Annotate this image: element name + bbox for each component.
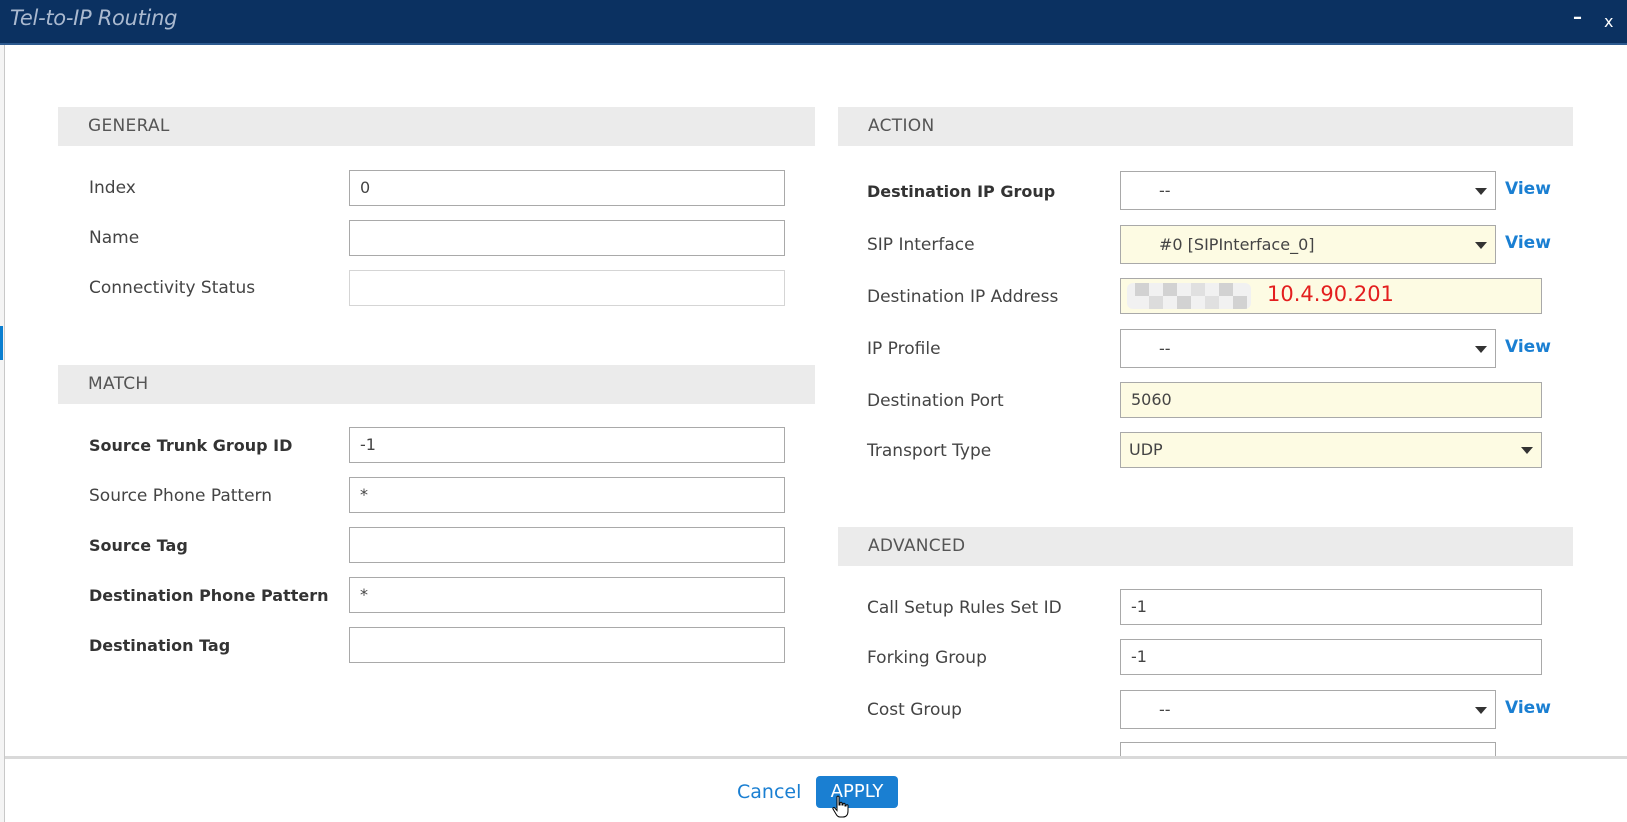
destination-ip-address-label: Destination IP Address (867, 287, 1059, 307)
sip-interface-value: #0 [SIPInterface_0] (1159, 235, 1315, 254)
ip-profile-label: IP Profile (867, 339, 941, 359)
apply-button[interactable]: APPLY (816, 776, 898, 808)
advanced-section-header: ADVANCED (838, 527, 1573, 566)
name-field[interactable] (349, 220, 785, 256)
call-setup-rules-set-id-field[interactable]: -1 (1120, 589, 1542, 625)
background-selection-marker (0, 326, 3, 360)
hand-pointer-icon (832, 795, 849, 818)
destination-port-label: Destination Port (867, 391, 1004, 411)
source-phone-pattern-label: Source Phone Pattern (89, 486, 273, 506)
sip-interface-view-link[interactable]: View (1505, 233, 1551, 253)
general-section-header: GENERAL (58, 107, 815, 146)
index-label: Index (89, 178, 136, 198)
background-page-edge (0, 0, 5, 822)
cost-group-select[interactable]: -- (1120, 690, 1496, 729)
match-section-header: MATCH (58, 365, 815, 404)
dialog-title: Tel-to-IP Routing (10, 6, 178, 30)
cost-group-view-link[interactable]: View (1505, 698, 1551, 718)
sip-interface-select[interactable]: #0 [SIPInterface_0] (1120, 225, 1496, 264)
close-button[interactable]: x (1604, 12, 1613, 31)
chevron-down-icon (1521, 447, 1533, 454)
connectivity-status-field (349, 270, 785, 306)
source-trunk-group-id-field[interactable]: -1 (349, 427, 785, 463)
action-section-header: ACTION (838, 107, 1573, 146)
cancel-button[interactable]: Cancel (737, 781, 801, 803)
footer-divider (5, 756, 1627, 759)
source-tag-field[interactable] (349, 527, 785, 563)
forking-group-field[interactable]: -1 (1120, 639, 1542, 675)
chevron-down-icon (1475, 188, 1487, 195)
redacted-value (1127, 283, 1251, 309)
destination-ip-annotation: 10.4.90.201 (1267, 282, 1394, 306)
destination-ip-group-value: -- (1159, 181, 1171, 200)
call-setup-rules-set-id-label: Call Setup Rules Set ID (867, 598, 1062, 618)
name-label: Name (89, 228, 140, 248)
source-phone-pattern-field[interactable]: * (349, 477, 785, 513)
cost-group-value: -- (1159, 700, 1171, 719)
ip-profile-view-link[interactable]: View (1505, 337, 1551, 357)
destination-phone-pattern-label: Destination Phone Pattern (89, 586, 329, 605)
source-tag-label: Source Tag (89, 536, 188, 555)
destination-port-field[interactable]: 5060 (1120, 382, 1542, 418)
cost-group-label: Cost Group (867, 700, 962, 720)
source-trunk-group-id-label: Source Trunk Group ID (89, 436, 293, 455)
destination-phone-pattern-field[interactable]: * (349, 577, 785, 613)
index-field[interactable]: 0 (349, 170, 785, 206)
destination-tag-field[interactable] (349, 627, 785, 663)
destination-ip-group-label: Destination IP Group (867, 182, 1056, 201)
transport-type-select[interactable]: UDP (1120, 432, 1542, 468)
destination-ip-group-select[interactable]: -- (1120, 171, 1496, 210)
sip-interface-label: SIP Interface (867, 235, 975, 255)
transport-type-value: UDP (1129, 440, 1163, 459)
destination-ip-group-view-link[interactable]: View (1505, 179, 1551, 199)
minimize-button[interactable]: – (1573, 7, 1582, 28)
chevron-down-icon (1475, 346, 1487, 353)
ip-profile-value: -- (1159, 339, 1171, 358)
chevron-down-icon (1475, 707, 1487, 714)
connectivity-status-label: Connectivity Status (89, 278, 256, 298)
forking-group-label: Forking Group (867, 648, 987, 668)
ip-profile-select[interactable]: -- (1120, 329, 1496, 368)
next-row-field-partial (1120, 742, 1496, 756)
destination-ip-address-field[interactable]: 10.4.90.201 (1120, 278, 1542, 314)
destination-tag-label: Destination Tag (89, 636, 231, 655)
transport-type-label: Transport Type (867, 441, 992, 461)
chevron-down-icon (1475, 242, 1487, 249)
dialog-titlebar: Tel-to-IP Routing – x (0, 0, 1627, 45)
